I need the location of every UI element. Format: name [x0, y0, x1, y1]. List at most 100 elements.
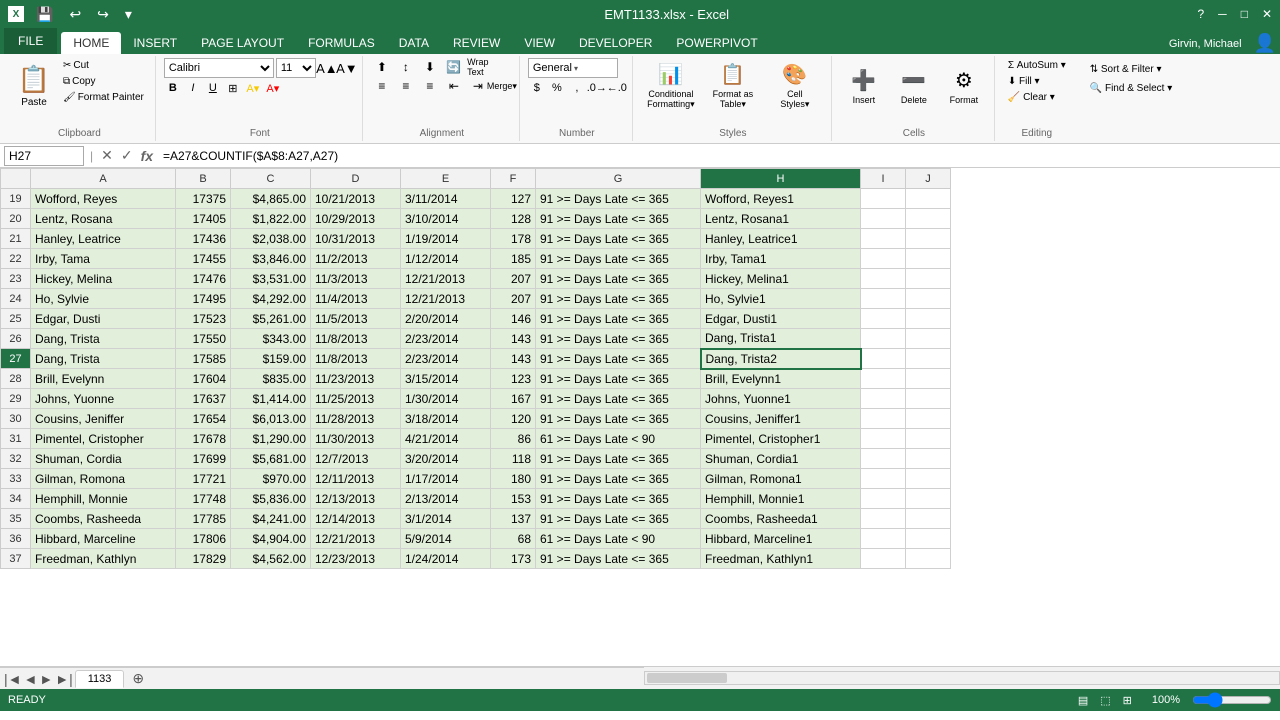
merge-center-button[interactable]: Merge▾	[491, 77, 513, 95]
cell-a27[interactable]: Dang, Trista	[31, 349, 176, 369]
next-sheet-btn[interactable]: ►	[39, 671, 53, 687]
cell-h27[interactable]: Dang, Trista2	[701, 349, 861, 369]
cell-g37[interactable]: 91 >= Days Late <= 365	[536, 549, 701, 569]
cell-f25[interactable]: 146	[491, 309, 536, 329]
align-left-button[interactable]: ≡	[371, 77, 393, 95]
cell-j33[interactable]	[906, 469, 951, 489]
cell-g19[interactable]: 91 >= Days Late <= 365	[536, 189, 701, 209]
increase-indent-button[interactable]: ⇥	[467, 77, 489, 95]
page-layout-btn[interactable]: ⬚	[1100, 694, 1110, 707]
cell-h31[interactable]: Pimentel, Cristopher1	[701, 429, 861, 449]
row-header[interactable]: 26	[1, 329, 31, 349]
conditional-formatting-button[interactable]: 📊 ConditionalFormatting▾	[641, 58, 701, 114]
align-bottom-button[interactable]: ⬇	[419, 58, 441, 76]
formula-input[interactable]	[159, 146, 1276, 166]
cell-b30[interactable]: 17654	[176, 409, 231, 429]
cell-j22[interactable]	[906, 249, 951, 269]
last-sheet-btn[interactable]: ►|	[55, 671, 73, 687]
decrease-decimal-button[interactable]: .0→	[588, 79, 606, 97]
cell-c30[interactable]: $6,013.00	[231, 409, 311, 429]
cell-j19[interactable]	[906, 189, 951, 209]
quick-access-dropdown[interactable]: ▾	[121, 6, 136, 23]
user-name[interactable]: Girvin, Michael	[1161, 34, 1250, 54]
tab-insert[interactable]: INSERT	[121, 32, 189, 54]
orientation-button[interactable]: 🔄	[443, 58, 465, 76]
cell-h25[interactable]: Edgar, Dusti1	[701, 309, 861, 329]
quick-access-redo[interactable]: ↪	[93, 6, 113, 23]
align-right-button[interactable]: ≡	[419, 77, 441, 95]
cut-button[interactable]: ✂Cut	[58, 58, 149, 73]
quick-access-undo[interactable]: ↩	[65, 6, 85, 23]
cell-f23[interactable]: 207	[491, 269, 536, 289]
cell-c29[interactable]: $1,414.00	[231, 389, 311, 409]
cell-d19[interactable]: 10/21/2013	[311, 189, 401, 209]
tab-review[interactable]: REVIEW	[441, 32, 512, 54]
cell-d22[interactable]: 11/2/2013	[311, 249, 401, 269]
cell-j26[interactable]	[906, 329, 951, 349]
cell-h19[interactable]: Wofford, Reyes1	[701, 189, 861, 209]
cell-i32[interactable]	[861, 449, 906, 469]
cell-d28[interactable]: 11/23/2013	[311, 369, 401, 389]
number-format-dropdown[interactable]: General ▾	[528, 58, 618, 78]
cell-a36[interactable]: Hibbard, Marceline	[31, 529, 176, 549]
tab-formulas[interactable]: FORMULAS	[296, 32, 387, 54]
row-header[interactable]: 21	[1, 229, 31, 249]
font-name-select[interactable]: Calibri	[164, 58, 274, 78]
cell-f26[interactable]: 143	[491, 329, 536, 349]
format-painter-button[interactable]: 🖌Format Painter	[58, 90, 149, 105]
cell-f31[interactable]: 86	[491, 429, 536, 449]
paste-button[interactable]: 📋 Paste	[10, 58, 58, 114]
percent-button[interactable]: %	[548, 79, 566, 97]
cell-e28[interactable]: 3/15/2014	[401, 369, 491, 389]
decrease-font-btn[interactable]: A▼	[338, 59, 356, 77]
row-header[interactable]: 27	[1, 349, 31, 369]
sheet-tab-1133[interactable]: 1133	[75, 670, 125, 688]
cell-f28[interactable]: 123	[491, 369, 536, 389]
tab-page-layout[interactable]: PAGE LAYOUT	[189, 32, 296, 54]
cell-i28[interactable]	[861, 369, 906, 389]
cell-f27[interactable]: 143	[491, 349, 536, 369]
cell-d34[interactable]: 12/13/2013	[311, 489, 401, 509]
col-header-f[interactable]: F	[491, 169, 536, 189]
cell-e36[interactable]: 5/9/2014	[401, 529, 491, 549]
zoom-slider[interactable]	[1192, 692, 1272, 708]
cell-d33[interactable]: 12/11/2013	[311, 469, 401, 489]
cell-b37[interactable]: 17829	[176, 549, 231, 569]
cell-c32[interactable]: $5,681.00	[231, 449, 311, 469]
cell-h22[interactable]: Irby, Tama1	[701, 249, 861, 269]
format-button[interactable]: ⚙ Format	[940, 58, 988, 114]
cell-c36[interactable]: $4,904.00	[231, 529, 311, 549]
cell-c23[interactable]: $3,531.00	[231, 269, 311, 289]
cell-e21[interactable]: 1/19/2014	[401, 229, 491, 249]
cell-b32[interactable]: 17699	[176, 449, 231, 469]
find-select-button[interactable]: 🔍 Find & Select ▾	[1085, 81, 1178, 96]
cell-h24[interactable]: Ho, Sylvie1	[701, 289, 861, 309]
cell-a34[interactable]: Hemphill, Monnie	[31, 489, 176, 509]
user-avatar[interactable]: 👤	[1250, 33, 1280, 54]
cell-g22[interactable]: 91 >= Days Late <= 365	[536, 249, 701, 269]
cell-f32[interactable]: 118	[491, 449, 536, 469]
cell-c35[interactable]: $4,241.00	[231, 509, 311, 529]
cell-d26[interactable]: 11/8/2013	[311, 329, 401, 349]
cell-a31[interactable]: Pimentel, Cristopher	[31, 429, 176, 449]
cell-g29[interactable]: 91 >= Days Late <= 365	[536, 389, 701, 409]
border-button[interactable]: ⊞	[224, 79, 242, 97]
row-header[interactable]: 32	[1, 449, 31, 469]
align-center-button[interactable]: ≡	[395, 77, 417, 95]
font-size-select[interactable]: 11	[276, 58, 316, 78]
cell-i21[interactable]	[861, 229, 906, 249]
cell-e33[interactable]: 1/17/2014	[401, 469, 491, 489]
cell-e34[interactable]: 2/13/2014	[401, 489, 491, 509]
cell-a28[interactable]: Brill, Evelynn	[31, 369, 176, 389]
cell-h23[interactable]: Hickey, Melina1	[701, 269, 861, 289]
cell-f21[interactable]: 178	[491, 229, 536, 249]
cell-a26[interactable]: Dang, Trista	[31, 329, 176, 349]
cell-h29[interactable]: Johns, Yuonne1	[701, 389, 861, 409]
cell-j34[interactable]	[906, 489, 951, 509]
close-btn[interactable]: ✕	[1262, 7, 1272, 21]
cell-b25[interactable]: 17523	[176, 309, 231, 329]
cell-e24[interactable]: 12/21/2013	[401, 289, 491, 309]
row-header[interactable]: 36	[1, 529, 31, 549]
cell-e29[interactable]: 1/30/2014	[401, 389, 491, 409]
cell-i26[interactable]	[861, 329, 906, 349]
